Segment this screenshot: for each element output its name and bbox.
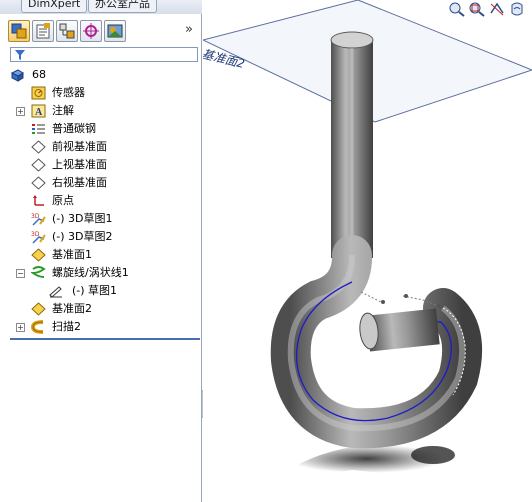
ref-plane-icon bbox=[31, 248, 46, 262]
ref-plane-icon bbox=[31, 302, 46, 316]
tree-item-sketch-1[interactable]: (-) 草图1 bbox=[0, 282, 200, 300]
tree-item-material[interactable]: 普通碳钢 bbox=[0, 120, 200, 138]
tree-item-label: 上视基准面 bbox=[52, 158, 107, 171]
tree-rollback-bar[interactable] bbox=[10, 338, 200, 340]
tree-item-label: 注解 bbox=[52, 104, 74, 117]
tree-item-3d-sketch-2[interactable]: 3D (-) 3D草图2 bbox=[0, 228, 200, 246]
tree-item-part[interactable]: 68 bbox=[0, 66, 200, 84]
tree-item-helix-1[interactable]: − 螺旋线/涡状线1 bbox=[0, 264, 200, 282]
section-view-icon[interactable] bbox=[508, 1, 526, 17]
tree-item-label: 68 bbox=[32, 68, 46, 81]
plane-icon bbox=[31, 176, 46, 190]
filter-icon bbox=[15, 50, 25, 60]
tab-dimxpert[interactable]: DimXpert bbox=[21, 0, 88, 13]
tree-item-label: 螺旋线/涡状线1 bbox=[52, 266, 129, 279]
tree-item-label: (-) 草图1 bbox=[72, 284, 118, 297]
plane-icon bbox=[31, 158, 46, 172]
tab-office-products[interactable]: 办公室产品 bbox=[88, 0, 157, 13]
tree-item-plane-1[interactable]: 基准面1 bbox=[0, 246, 200, 264]
plane-icon bbox=[31, 140, 46, 154]
tree-item-plane-2[interactable]: 基准面2 bbox=[0, 300, 200, 318]
heads-up-view-toolbar bbox=[448, 0, 532, 18]
tree-item-label: 基准面1 bbox=[52, 248, 92, 261]
feature-manager-panel: » 68 传感器 + A 注解 普通碳钢 前视基准面 上视基准面 右视基准面 原… bbox=[0, 14, 202, 502]
previous-view-icon[interactable] bbox=[488, 1, 506, 17]
tree-item-sweep-2[interactable]: + 扫描2 bbox=[0, 318, 200, 336]
3d-sketch-icon: 3D bbox=[31, 213, 46, 226]
tree-item-right-plane[interactable]: 右视基准面 bbox=[0, 174, 200, 192]
model-view: 基准面2 bbox=[203, 0, 532, 473]
sketch-icon bbox=[49, 286, 62, 298]
material-icon bbox=[32, 124, 45, 134]
collapse-icon[interactable]: − bbox=[16, 269, 25, 278]
zoom-area-icon[interactable] bbox=[468, 1, 486, 17]
tree-item-label: (-) 3D草图2 bbox=[52, 230, 113, 243]
origin-icon bbox=[33, 195, 44, 206]
panel-tab-bar: » bbox=[4, 20, 198, 44]
feature-tree-icon[interactable] bbox=[8, 20, 30, 42]
tree-item-label: (-) 3D草图1 bbox=[52, 212, 113, 225]
svg-text:A: A bbox=[35, 107, 43, 118]
tree-filter-input[interactable] bbox=[10, 47, 198, 62]
hook-tip[interactable] bbox=[358, 308, 440, 352]
tree-item-label: 右视基准面 bbox=[52, 176, 107, 189]
command-manager-tabs: DimXpert 办公室产品 bbox=[0, 0, 202, 15]
tree-item-label: 基准面2 bbox=[52, 302, 92, 315]
tree-item-label: 传感器 bbox=[52, 86, 85, 99]
panel-expand-icon[interactable]: » bbox=[185, 22, 193, 37]
display-manager-icon[interactable] bbox=[104, 20, 126, 42]
tree-item-3d-sketch-1[interactable]: 3D (-) 3D草图1 bbox=[0, 210, 200, 228]
tree-item-origin[interactable]: 原点 bbox=[0, 192, 200, 210]
annotation-icon: A bbox=[31, 104, 46, 118]
tree-item-label: 扫描2 bbox=[52, 320, 81, 333]
sweep-icon bbox=[31, 320, 44, 334]
property-manager-icon[interactable] bbox=[32, 20, 54, 42]
zoom-to-fit-icon[interactable] bbox=[448, 1, 466, 17]
expand-icon[interactable]: + bbox=[16, 323, 25, 332]
configuration-manager-icon[interactable] bbox=[56, 20, 78, 42]
sensor-icon bbox=[31, 86, 46, 100]
3d-sketch-icon: 3D bbox=[31, 231, 46, 244]
helix-icon bbox=[31, 266, 46, 278]
part-icon bbox=[10, 69, 24, 82]
tree-item-label: 前视基准面 bbox=[52, 140, 107, 153]
tree-item-annotations[interactable]: + A 注解 bbox=[0, 102, 200, 120]
dimxpert-manager-icon[interactable] bbox=[80, 20, 102, 42]
graphics-area[interactable]: 基准面2 bbox=[203, 0, 532, 502]
tree-item-label: 原点 bbox=[52, 194, 74, 207]
tree-item-top-plane[interactable]: 上视基准面 bbox=[0, 156, 200, 174]
tree-item-label: 普通碳钢 bbox=[52, 122, 96, 135]
expand-icon[interactable]: + bbox=[16, 107, 25, 116]
tree-item-front-plane[interactable]: 前视基准面 bbox=[0, 138, 200, 156]
tree-item-sensors[interactable]: 传感器 bbox=[0, 84, 200, 102]
